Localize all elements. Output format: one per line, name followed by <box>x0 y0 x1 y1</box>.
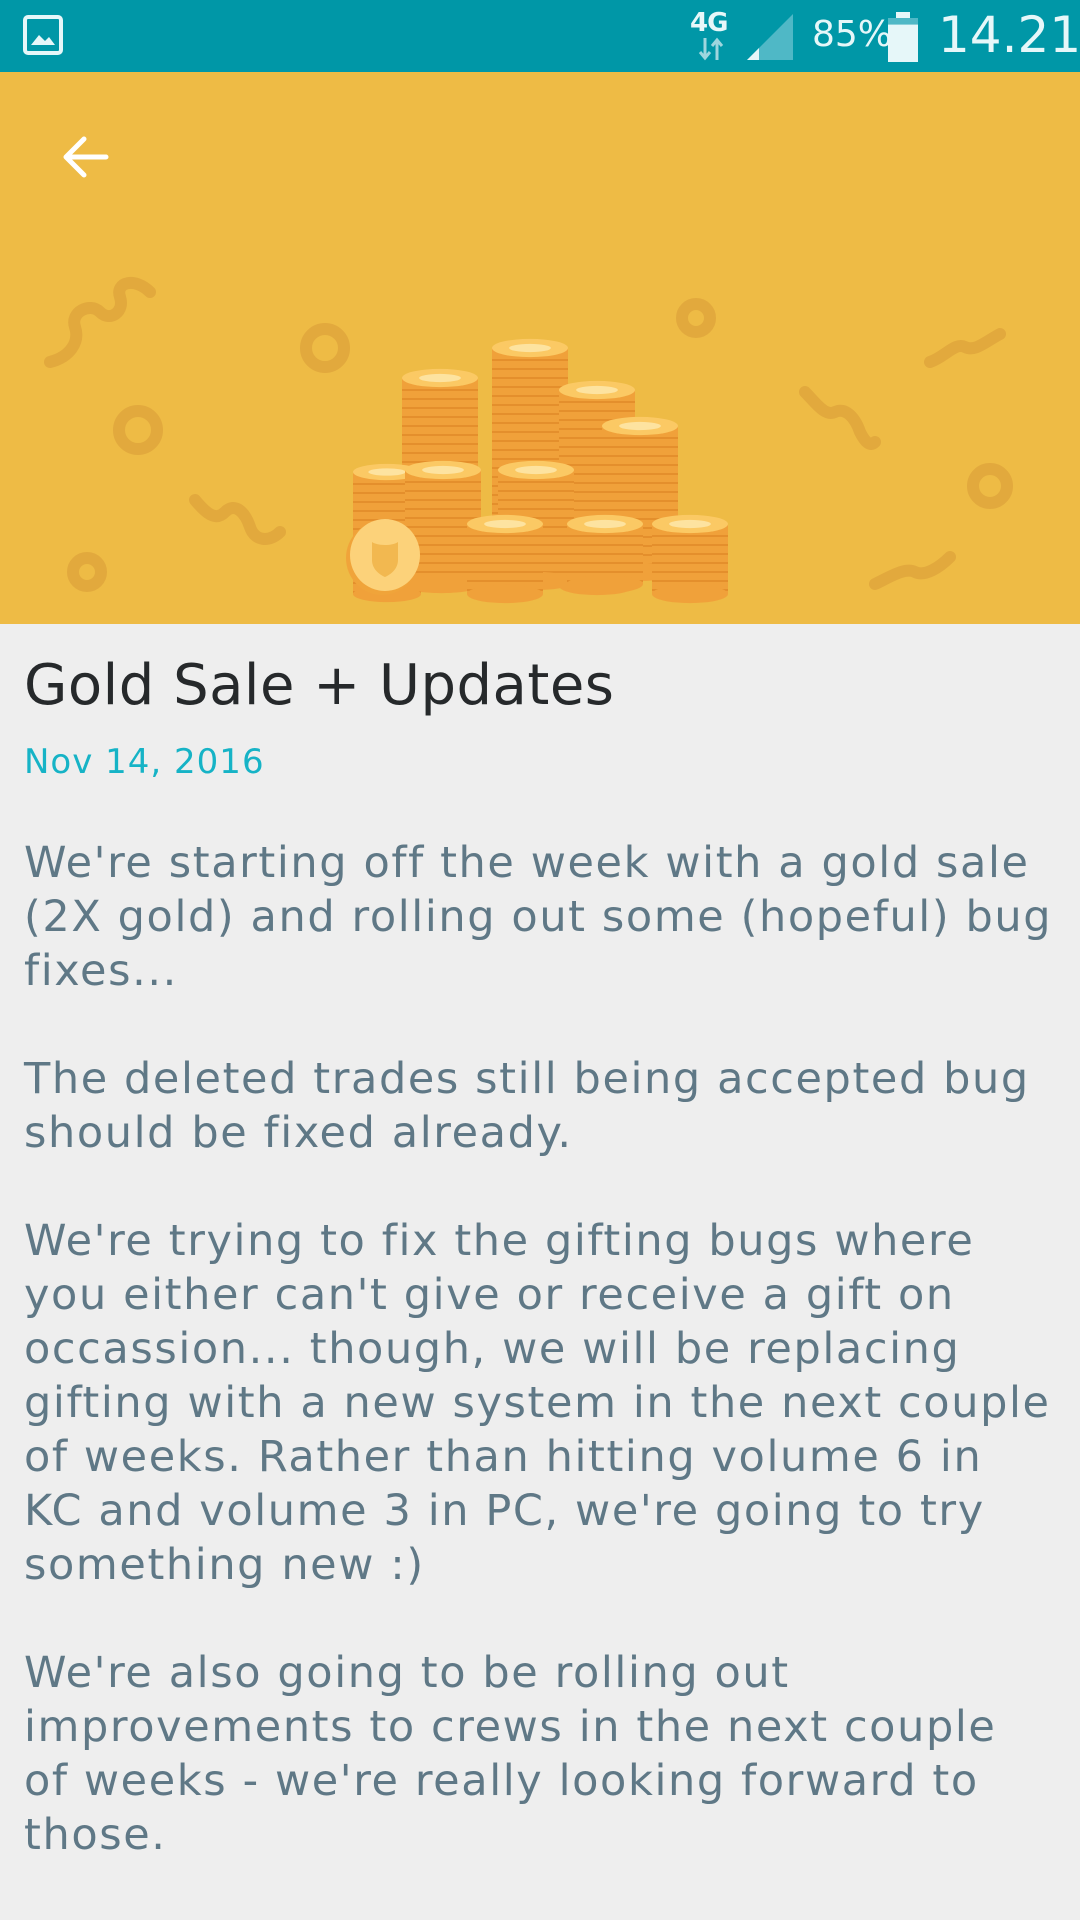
article-paragraph: We're starting off the week with a gold … <box>24 838 1053 997</box>
article: Gold Sale + Updates Nov 14, 2016 We're s… <box>24 624 1056 1916</box>
article-body: We're starting off the week with a gold … <box>24 836 1056 1862</box>
arrow-back-icon <box>63 136 109 178</box>
battery-icon <box>888 12 918 62</box>
battery-percent: 85% <box>812 14 893 55</box>
network-type: 4G <box>690 8 728 38</box>
gold-coins-illustration <box>44 277 1013 604</box>
article-paragraph: We're trying to fix the gifting bugs whe… <box>24 1216 1051 1591</box>
clock: 14.21 <box>938 6 1080 64</box>
signal-icon <box>747 14 793 60</box>
data-arrows-icon <box>698 37 724 61</box>
header-banner <box>0 72 1080 624</box>
gallery-icon <box>23 15 63 55</box>
back-button[interactable] <box>40 112 130 202</box>
status-bar: 4G 85% 14.21 <box>0 0 1080 72</box>
article-paragraph: The deleted trades still being accepted … <box>24 1054 1030 1159</box>
article-date: Nov 14, 2016 <box>24 742 265 783</box>
article-paragraph: We're also going to be rolling out impro… <box>24 1648 997 1861</box>
article-title: Gold Sale + Updates <box>24 653 615 718</box>
